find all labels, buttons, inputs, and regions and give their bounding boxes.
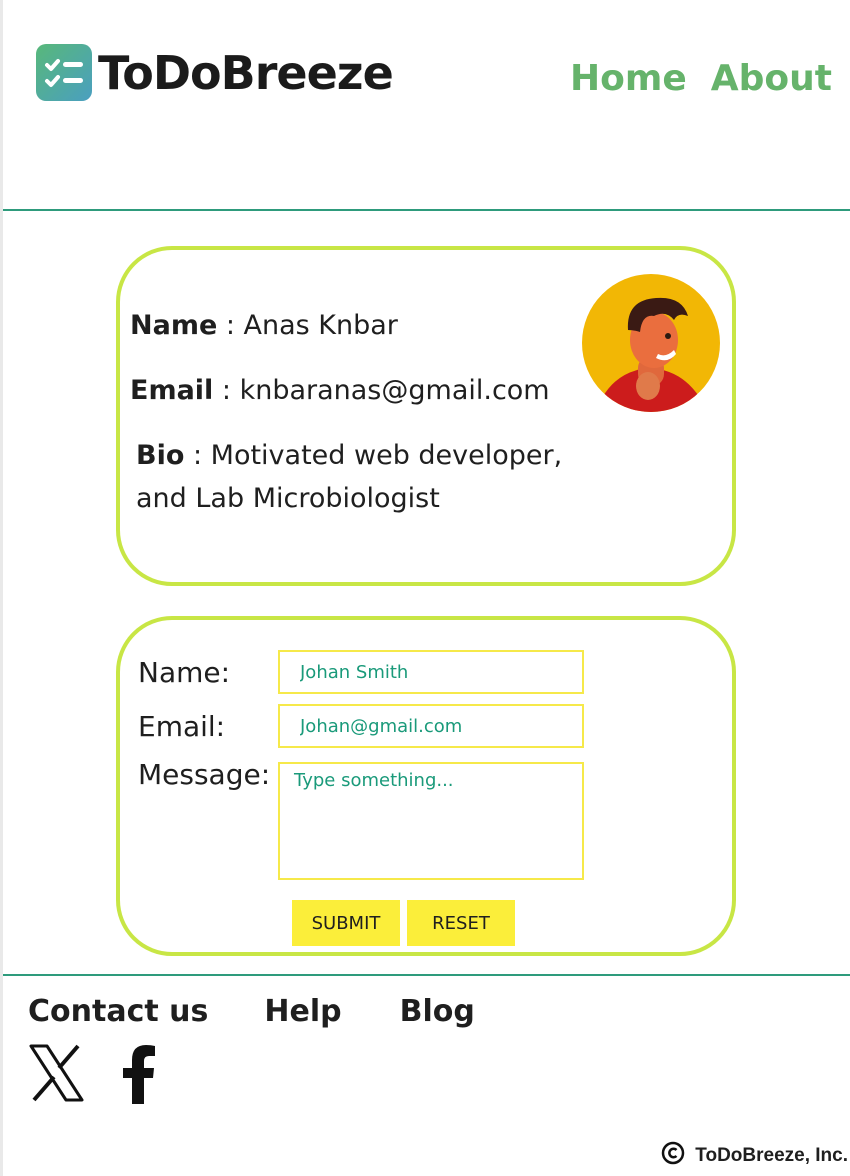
footer-blog-link[interactable]: Blog (400, 994, 475, 1029)
profile-name-label: Name (130, 310, 218, 341)
contact-form: Name: Email: Message: SUBMIT RESET (116, 616, 736, 956)
footer-help-link[interactable]: Help (264, 994, 341, 1029)
profile-bio-line2: and Lab Microbiologist (136, 483, 440, 514)
profile-card: Name : Anas Knbar Email : knbaranas@gmai… (116, 246, 736, 586)
footer-links: Contact us Help Blog (28, 994, 475, 1029)
profile-email: Email : knbaranas@gmail.com (130, 375, 550, 406)
profile-bio: Bio : Motivated web developer, (136, 440, 562, 471)
email-field[interactable] (278, 704, 584, 748)
checklist-icon (36, 44, 92, 101)
nav-home[interactable]: Home (570, 58, 687, 99)
avatar (582, 274, 720, 412)
profile-bio-value: : Motivated web developer, (184, 440, 563, 471)
profile-email-label: Email (130, 375, 214, 406)
submit-button[interactable]: SUBMIT (292, 900, 400, 946)
main-nav: Home About (570, 58, 832, 99)
header-divider (3, 209, 850, 211)
footer-divider (3, 974, 850, 976)
x-icon[interactable] (28, 1044, 84, 1108)
copyright-icon (661, 1141, 685, 1171)
form-name-label: Name: (138, 656, 231, 689)
page-edge (0, 0, 3, 1176)
profile-name: Name : Anas Knbar (130, 310, 398, 341)
message-field[interactable] (278, 762, 584, 880)
brand-name: ToDoBreeze (98, 45, 394, 100)
form-email-label: Email: (138, 710, 226, 743)
profile-email-value: : knbaranas@gmail.com (213, 375, 550, 406)
facebook-icon[interactable] (120, 1044, 156, 1108)
footer-contact-link[interactable]: Contact us (28, 994, 208, 1029)
reset-button[interactable]: RESET (407, 900, 515, 946)
nav-about[interactable]: About (711, 58, 832, 99)
profile-name-value: : Anas Knbar (217, 310, 398, 341)
form-message-label: Message: (138, 758, 271, 791)
profile-bio-label: Bio (136, 440, 185, 471)
copyright: ToDoBreeze, Inc. (661, 1141, 848, 1171)
brand-logo[interactable]: ToDoBreeze (36, 44, 394, 101)
copyright-text: ToDoBreeze, Inc. (695, 1145, 848, 1166)
social-links (28, 1044, 156, 1108)
name-field[interactable] (278, 650, 584, 694)
